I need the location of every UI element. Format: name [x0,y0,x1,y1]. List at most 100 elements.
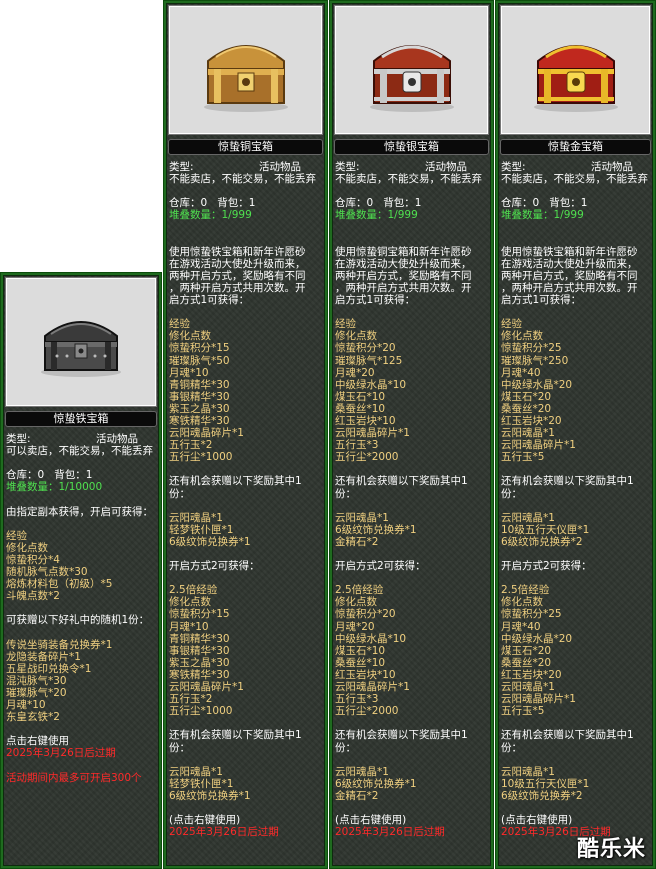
item-desc-line: 份： [501,741,522,754]
item-desc-line: 金精石*2 [335,789,379,802]
item-desc-line: 五行尘*1000 [169,705,233,718]
item-desc-line: 五行玉*5 [501,451,545,464]
item-description: 类型: 活动物品 不能卖店，不能交易，不能丢弃 仓库：0 背包：1 堆叠数量：1/999… [335,161,491,838]
item-desc-line: 桑蚕丝*20 [501,656,552,669]
item-desc-line: 点击右键使用 [6,735,69,748]
item-desc-line: 月魂*10 [169,620,209,633]
item-desc-line: 份： [335,487,356,500]
item-desc-line: 中级绿水晶*10 [335,632,407,645]
item-desc-line: 在游戏活动大使处升级而来， [335,257,472,270]
item-desc-line: 2025年3月26日后过期 [6,747,116,760]
item-desc-line: 10级五行天仪匣*1 [501,523,590,536]
item-desc-line: 份： [169,487,190,500]
item-storage-count: 仓库：0 背包：1 [169,197,256,210]
item-tooltip-copper-chest: 惊蛰铜宝箱 类型: 活动物品 不能卖店，不能交易，不能丢弃 仓库：0 背包：1 堆叠数量… [163,0,328,869]
item-desc-line: 开启方式2可获得： [169,560,260,573]
item-type-label: 类型: [335,161,360,173]
item-desc-line: 云阳魂晶*1 [501,427,555,440]
item-desc-line: (点击右键使用) [501,814,573,827]
item-type-row: 类型: 活动物品 [335,161,491,173]
item-desc-line: 斗魄点数*2 [6,590,60,603]
item-desc-line: 龙隐装备碎片*1 [6,650,81,663]
item-type-label: 类型: [501,161,526,173]
item-desc-line: 云阳魂晶*1 [335,511,389,524]
item-desc-line: 五行玉*3 [335,439,379,452]
item-desc-line: 月魂*40 [501,620,541,633]
item-name: 惊蛰铁宝箱 [5,411,157,427]
item-storage-count: 仓库：0 背包：1 [6,469,93,482]
item-desc-line: 启方式1可获得： [169,294,250,307]
item-desc-line: 月魂*40 [501,366,541,379]
item-desc-line: ，两种开启方式共用次数。开 [169,281,306,294]
item-desc-line: 惊蛰积分*20 [335,342,396,355]
item-desc-line: 煤玉石*10 [335,644,386,657]
item-desc-line: ，两种开启方式共用次数。开 [501,281,638,294]
item-desc-line: (点击右键使用) [335,814,407,827]
item-desc-line: 修化点数 [335,330,377,343]
item-desc-line: 惊蛰积分*4 [6,553,60,566]
item-desc-line: 云阳魂晶碎片*1 [335,681,410,694]
item-desc-line: 2.5倍经验 [335,584,384,597]
item-storage-count: 仓库：0 背包：1 [335,197,422,210]
item-desc-line: 璀璨脉气*20 [6,686,67,699]
item-desc-line: 经验 [335,318,356,331]
item-desc-line: 云阳魂晶碎片*1 [501,693,576,706]
item-desc-line: 中级绿水晶*20 [501,378,573,391]
item-desc-line: 在游戏活动大使处升级而来， [169,257,306,270]
item-desc-line: 可获赠以下好礼中的随机1份： [6,614,150,627]
item-desc-line: 轻梦铁仆匣*1 [169,777,234,790]
item-name: 惊蛰铜宝箱 [168,139,323,155]
item-desc-line: 两种开启方式，奖励略有不同 [501,269,638,282]
item-tooltip-silver-chest: 惊蛰银宝箱 类型: 活动物品 不能卖店，不能交易，不能丢弃 仓库：0 背包：1 堆叠数量… [329,0,494,869]
item-desc-line: 使用惊蛰铜宝箱和新年许愿砂 [335,245,472,258]
item-desc-line: 紫玉之晶*30 [169,656,230,669]
item-desc-line: 红玉岩块*10 [335,668,396,681]
item-desc-line: 还有机会获赠以下奖励其中1 [501,475,634,488]
item-desc-line: 随机脉气点数*30 [6,566,88,579]
item-desc-line: 璀璨脉气*250 [501,354,569,367]
item-desc-line: 修化点数 [335,596,377,609]
item-desc-line: 东皇玄铁*2 [6,711,60,724]
item-desc-line: 惊蛰积分*25 [501,342,562,355]
item-desc-line: 惊蛰积分*15 [169,342,230,355]
item-desc-line: 修化点数 [169,596,211,609]
item-desc-line: 寒铁精华*30 [169,414,230,427]
item-desc-line: 份： [501,487,522,500]
item-desc-line: 月魂*20 [335,620,375,633]
iron-chest-icon-frame [5,277,157,407]
item-desc-line: 云阳魂晶*1 [501,511,555,524]
item-desc-line: 惊蛰积分*15 [169,608,230,621]
item-desc-line: 月魂*10 [6,699,46,712]
item-desc-line: 6级纹饰兑换券*2 [501,535,583,548]
item-desc-line: 紫玉之晶*30 [169,402,230,415]
item-desc-line: 还有机会获赠以下奖励其中1 [335,729,468,742]
item-desc-line: 云阳魂晶碎片*1 [169,427,244,440]
item-desc-line: 6级纹饰兑换券*1 [335,523,417,536]
item-desc-line: 开启方式2可获得： [501,560,592,573]
item-desc-line: 修化点数 [501,596,543,609]
item-desc-line: 云阳魂晶*1 [169,765,223,778]
item-type-value: 活动物品 [591,161,633,173]
item-desc-line: 云阳魂晶*1 [501,765,555,778]
gold-chest-icon-frame [500,5,651,135]
item-desc-line: 煤玉石*20 [501,644,552,657]
item-name: 惊蛰金宝箱 [500,139,651,155]
item-desc-line: 使用惊蛰铁宝箱和新年许愿砂 [169,245,306,258]
item-desc-line: 月魂*20 [335,366,375,379]
item-trade-rules: 可以卖店，不能交易，不能丢弃 [6,445,153,458]
item-desc-line: 2.5倍经验 [501,584,550,597]
item-description: 类型: 活动物品 可以卖店，不能交易，不能丢弃 仓库：0 背包：1 堆叠数量：1/100… [6,433,159,784]
item-desc-line: 混沌脉气*30 [6,674,67,687]
item-type-label: 类型: [6,433,31,445]
item-type-value: 活动物品 [425,161,467,173]
item-desc-line: 云阳魂晶碎片*1 [501,439,576,452]
item-desc-line: 修化点数 [169,330,211,343]
item-desc-line: 修化点数 [501,330,543,343]
item-desc-line: 云阳魂晶*1 [335,765,389,778]
item-desc-line: 桑蚕丝*10 [335,402,386,415]
item-desc-line: 轻梦铁仆匣*1 [169,523,234,536]
item-desc-line: 煤玉石*20 [501,390,552,403]
item-desc-line: 还有机会获赠以下奖励其中1 [169,475,302,488]
item-desc-line: 青铜精华*30 [169,378,230,391]
item-desc-line: 2025年3月26日后过期 [169,826,279,839]
